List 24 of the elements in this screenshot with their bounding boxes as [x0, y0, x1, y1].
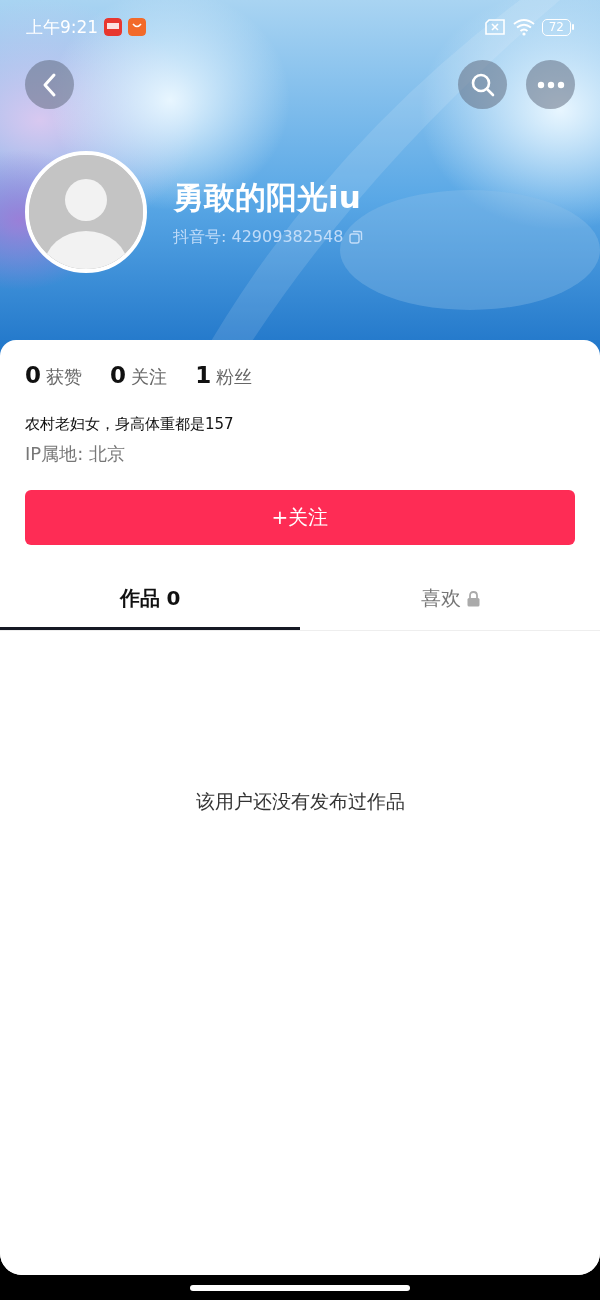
home-indicator[interactable] — [190, 1284, 410, 1291]
shopping-bag-icon — [128, 18, 147, 36]
account-id: 抖音号: 42909382548 — [173, 226, 344, 248]
more-icon — [536, 80, 565, 89]
stat-item[interactable]: 0 获赞 — [25, 362, 83, 389]
wifi-icon — [511, 18, 536, 36]
bio-text: 农村老妇女，身高体重都是157 — [25, 415, 235, 434]
sim-card-icon — [483, 19, 506, 35]
status-time: 上午9:21 — [26, 15, 99, 39]
empty-message: 该用户还没有发布过作品 — [194, 789, 406, 814]
copy-icon[interactable] — [349, 230, 364, 244]
stat-item[interactable]: 0 关注 — [110, 362, 168, 389]
follow-button[interactable]: +关注 — [25, 490, 575, 545]
tab[interactable]: 作品 0 — [0, 570, 300, 630]
battery-level: 72 — [541, 18, 571, 36]
more-button[interactable] — [526, 60, 575, 109]
stat-item[interactable]: 1 粉丝 — [195, 362, 253, 389]
profile-name: 勇敢的阳光iu — [173, 177, 362, 217]
search-button[interactable] — [458, 60, 507, 109]
app-notification-icon — [104, 18, 123, 36]
ip-location: IP属地: 北京 — [25, 442, 126, 466]
search-icon — [469, 71, 496, 98]
tab[interactable]: 喜欢 — [300, 570, 600, 630]
back-button[interactable] — [25, 60, 74, 109]
